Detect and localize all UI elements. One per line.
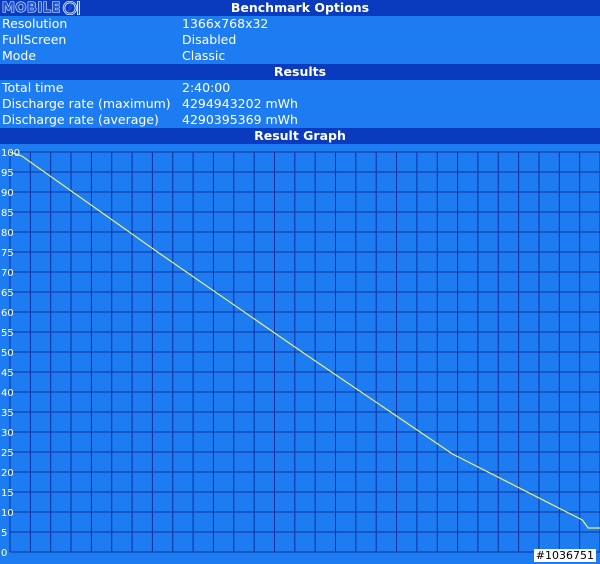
image-id-watermark: #1036751: [533, 549, 596, 562]
result-row-discharge-max: Discharge rate (maximum) 4294943202 mWh: [0, 96, 600, 112]
y-tick-label: 20: [1, 468, 14, 479]
y-tick-label: 50: [1, 348, 14, 359]
y-tick-label: 10: [1, 508, 14, 519]
y-tick-label: 70: [1, 268, 14, 279]
option-value: Classic: [182, 48, 226, 63]
result-row-total-time: Total time 2:40:00: [0, 80, 600, 96]
y-tick-label: 55: [1, 328, 14, 339]
result-label: Total time: [2, 80, 64, 95]
result-graph-chart: 1009590858075706560555045403530252015105…: [0, 144, 600, 564]
benchmark-options-header: Benchmark Options: [0, 0, 600, 16]
option-row-mode: Mode Classic: [0, 48, 600, 64]
y-tick-label: 90: [1, 188, 14, 199]
results-header: Results: [0, 64, 600, 80]
result-value: 4294943202 mWh: [182, 96, 298, 111]
option-row-resolution: Resolution 1366x768x32: [0, 16, 600, 32]
mobile01-logo: MOBILE: [2, 0, 82, 16]
y-tick-label: 45: [1, 368, 14, 379]
result-value: 4290395369 mWh: [182, 112, 298, 127]
y-tick-label: 80: [1, 228, 14, 239]
y-tick-label: 40: [1, 388, 14, 399]
y-tick-label: 0: [1, 548, 7, 559]
y-tick-label: 85: [1, 208, 14, 219]
y-tick-label: 15: [1, 488, 14, 499]
y-tick-label: 95: [1, 168, 14, 179]
result-graph-title: Result Graph: [254, 128, 346, 143]
benchmark-options-title: Benchmark Options: [230, 0, 370, 15]
y-tick-label: 65: [1, 288, 14, 299]
option-label: Resolution: [2, 16, 68, 31]
logo-text: MOBILE: [2, 0, 61, 16]
option-label: FullScreen: [2, 32, 67, 47]
results-title: Results: [273, 64, 327, 79]
logo-badge-icon: [62, 1, 80, 15]
y-tick-label: 30: [1, 428, 14, 439]
option-label: Mode: [2, 48, 37, 63]
y-tick-label: 5: [1, 528, 7, 539]
result-row-discharge-avg: Discharge rate (average) 4290395369 mWh: [0, 112, 600, 128]
result-value: 2:40:00: [182, 80, 231, 95]
option-row-fullscreen: FullScreen Disabled: [0, 32, 600, 48]
y-tick-label: 60: [1, 308, 14, 319]
result-label: Discharge rate (maximum): [2, 96, 171, 111]
y-tick-label: 75: [1, 248, 14, 259]
y-tick-label: 100: [1, 148, 20, 159]
option-value: 1366x768x32: [182, 16, 269, 31]
result-label: Discharge rate (average): [2, 112, 159, 127]
chart-grid: [9, 151, 600, 553]
chart-background: [0, 144, 600, 564]
y-tick-label: 35: [1, 408, 14, 419]
y-tick-label: 25: [1, 448, 14, 459]
option-value: Disabled: [182, 32, 237, 47]
result-graph-header: Result Graph: [0, 128, 600, 144]
